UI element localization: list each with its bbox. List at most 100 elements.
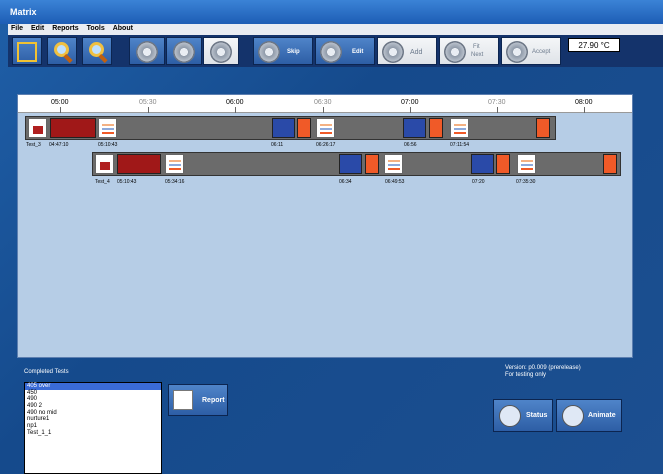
tick-label: 07:00: [401, 99, 419, 106]
run-thumbnail: [95, 154, 114, 174]
report-button[interactable]: Report: [168, 384, 228, 416]
report-label: Report: [202, 397, 225, 404]
toolbar: Skip Edit Add Fit Next Accept: [8, 35, 663, 67]
thumb-line: [169, 164, 181, 166]
add-button[interactable]: Add: [377, 37, 437, 65]
menu-file[interactable]: File: [11, 25, 23, 32]
blue-segment[interactable]: [471, 154, 494, 174]
gear-stop-icon: [173, 41, 195, 63]
running-segment[interactable]: [50, 118, 96, 138]
gear-add-icon: [382, 41, 404, 63]
tick-mark: [235, 107, 236, 113]
tick-mark: [60, 107, 61, 113]
menu-about[interactable]: About: [113, 25, 133, 32]
run-thumbnail: [28, 118, 47, 138]
tick-mark: [410, 107, 411, 113]
accept-label: Accept: [532, 49, 551, 55]
timeline-panel[interactable]: 05:00 05:30 06:00 06:30 07:00 07:30 08:0…: [17, 94, 633, 358]
test-track-row2[interactable]: [92, 152, 621, 176]
fit-next-button[interactable]: Fit Next: [439, 37, 499, 65]
zoom-in-button[interactable]: [82, 37, 112, 65]
blue-segment[interactable]: [272, 118, 295, 138]
start-button[interactable]: [129, 37, 165, 65]
chart-thumbnail: [98, 118, 117, 138]
fit-view-icon: [17, 42, 37, 62]
gear-skip-icon: [258, 41, 280, 63]
chart-thumbnail: [316, 118, 335, 138]
thumb-line: [169, 168, 181, 170]
event-time: 06:34: [339, 179, 352, 185]
completed-tests-label: Completed Tests: [24, 369, 69, 375]
event-time: 07:11:54: [450, 142, 470, 148]
orange-segment[interactable]: [297, 118, 311, 138]
completed-tests-list[interactable]: 405 over 450 490 490 2 490 no mid nurtur…: [24, 382, 162, 474]
chart-thumbnail: [384, 154, 403, 174]
run-button[interactable]: [203, 37, 239, 65]
orange-segment[interactable]: [496, 154, 510, 174]
menu-reports[interactable]: Reports: [52, 25, 78, 32]
status-label: Status: [526, 412, 548, 419]
chart-thumbnail: [165, 154, 184, 174]
event-time: 05:34:16: [165, 179, 185, 185]
chart-thumbnail: [450, 118, 469, 138]
menu-tools[interactable]: Tools: [87, 25, 105, 32]
time-ruler: 05:00 05:30 06:00 06:30 07:00 07:30 08:0…: [18, 95, 632, 113]
list-item[interactable]: np1: [25, 423, 161, 430]
zoom-out-button[interactable]: [47, 37, 77, 65]
event-time: 06:11: [271, 142, 284, 148]
zoom-in-handle: [98, 53, 108, 64]
blue-segment[interactable]: [403, 118, 426, 138]
event-time: 05:10:43: [98, 142, 118, 148]
list-item[interactable]: Test_1_1: [25, 430, 161, 437]
add-label: Add: [410, 49, 423, 56]
thumb-line: [102, 124, 114, 126]
list-item[interactable]: 490 no mid: [25, 410, 161, 417]
thumb-line: [102, 128, 114, 130]
event-time: 06:56: [404, 142, 417, 148]
gear-edit-icon: [320, 41, 342, 63]
chart-thumbnail: [517, 154, 536, 174]
status-button[interactable]: Status: [493, 399, 553, 432]
edit-button[interactable]: Edit: [315, 37, 375, 65]
temperature-readout: 27.90 °C: [568, 38, 620, 52]
tick-label: 05:30: [139, 99, 157, 106]
orange-segment[interactable]: [536, 118, 550, 138]
list-item[interactable]: 490: [25, 396, 161, 403]
test-name: Test_4: [95, 179, 110, 185]
orange-segment[interactable]: [603, 154, 617, 174]
blue-segment[interactable]: [339, 154, 362, 174]
orange-segment[interactable]: [365, 154, 379, 174]
app-window: Matrix File Edit Reports Tools About Ski…: [0, 0, 663, 474]
fit-view-button[interactable]: [12, 37, 42, 65]
thumb-line: [169, 160, 181, 162]
version-note: For testing only: [505, 372, 547, 378]
thumb-line: [454, 128, 466, 130]
skip-label: Skip: [287, 49, 300, 55]
animate-label: Animate: [588, 412, 616, 419]
test-track-row1[interactable]: [25, 116, 556, 140]
orange-segment[interactable]: [429, 118, 443, 138]
list-item[interactable]: nurture1: [25, 416, 161, 423]
tick-label: 07:30: [488, 99, 506, 106]
animate-button[interactable]: Animate: [556, 399, 622, 432]
running-segment[interactable]: [117, 154, 161, 174]
event-time: 07:35:30: [516, 179, 536, 185]
version-info: Version: p0.009 (prerelease) For testing…: [505, 365, 581, 379]
thumb-line: [388, 168, 400, 170]
list-item[interactable]: 450: [25, 390, 161, 397]
list-item[interactable]: 405 over: [25, 383, 161, 390]
list-item[interactable]: 490 2: [25, 403, 161, 410]
tick-mark: [323, 107, 324, 113]
gear-play-icon: [210, 41, 232, 63]
tick-mark: [584, 107, 585, 113]
menu-edit[interactable]: Edit: [31, 25, 44, 32]
thumb-line: [320, 124, 332, 126]
skip-button[interactable]: Skip: [253, 37, 313, 65]
event-time: 06:49:53: [385, 179, 405, 185]
thumb-line: [388, 164, 400, 166]
event-time: 07:20: [472, 179, 485, 185]
tick-label: 06:00: [226, 99, 244, 106]
accept-button[interactable]: Accept: [501, 37, 561, 65]
tick-label: 06:30: [314, 99, 332, 106]
stop-button[interactable]: [166, 37, 202, 65]
